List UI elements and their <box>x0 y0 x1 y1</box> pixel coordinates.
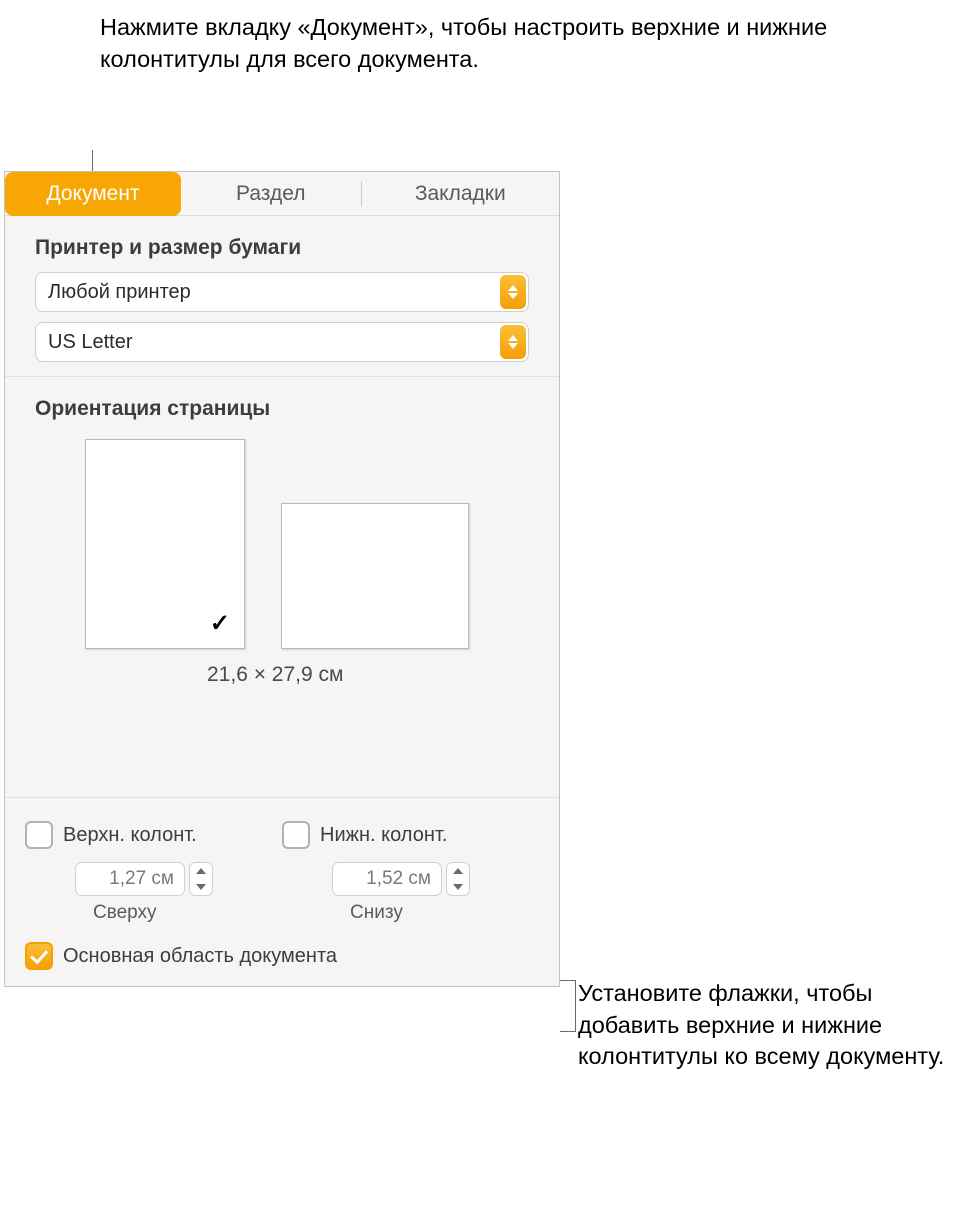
tab-document-label: Документ <box>46 182 139 206</box>
printer-paper-section: Принтер и размер бумаги Любой принтер US… <box>5 216 559 376</box>
chevron-up-icon <box>190 863 212 879</box>
printer-paper-header: Принтер и размер бумаги <box>35 236 529 260</box>
printer-select-value: Любой принтер <box>48 281 191 304</box>
inspector-tabs: Документ Раздел Закладки <box>5 172 559 216</box>
chevron-down-icon <box>190 879 212 895</box>
paper-size-select[interactable]: US Letter <box>35 322 529 362</box>
footer-checkbox-label: Нижн. колонт. <box>320 824 447 847</box>
tab-section-label: Раздел <box>236 182 305 206</box>
header-position-label: Сверху <box>93 902 282 924</box>
chevron-up-icon <box>447 863 469 879</box>
orientation-landscape-button[interactable] <box>281 503 469 649</box>
callout-right-bracket <box>560 980 576 1032</box>
header-column: Верхн. колонт. 1,27 см Сверху <box>25 818 282 924</box>
tab-document[interactable]: Документ <box>5 172 181 216</box>
document-body-label: Основная область документа <box>63 945 337 968</box>
footer-checkbox[interactable] <box>282 821 310 849</box>
tab-bookmarks-label: Закладки <box>415 182 506 206</box>
header-footer-section: Верхн. колонт. 1,27 см Сверху Нижн. коло… <box>5 797 559 986</box>
footer-position-label: Снизу <box>350 902 539 924</box>
paper-size-select-value: US Letter <box>48 331 132 354</box>
document-body-checkbox[interactable] <box>25 942 53 970</box>
callout-top-text: Нажмите вкладку «Документ», чтобы настро… <box>100 12 956 75</box>
header-checkbox-label: Верхн. колонт. <box>63 824 197 847</box>
chevron-down-icon <box>447 879 469 895</box>
header-checkbox[interactable] <box>25 821 53 849</box>
tab-bookmarks[interactable]: Закладки <box>362 172 559 215</box>
header-offset-field[interactable]: 1,27 см <box>75 862 185 896</box>
header-stepper[interactable] <box>189 862 213 896</box>
callout-right-text: Установите флажки, чтобы добавить верхни… <box>578 978 956 1073</box>
footer-stepper[interactable] <box>446 862 470 896</box>
tab-section[interactable]: Раздел <box>181 172 361 215</box>
updown-icon <box>500 275 526 309</box>
check-icon: ✓ <box>210 609 230 638</box>
orientation-portrait-button[interactable]: ✓ <box>85 439 245 649</box>
orientation-options: ✓ <box>85 439 529 649</box>
document-inspector-panel: Документ Раздел Закладки Принтер и разме… <box>4 171 560 987</box>
updown-icon <box>500 325 526 359</box>
footer-column: Нижн. колонт. 1,52 см Снизу <box>282 818 539 924</box>
orientation-section: Ориентация страницы ✓ 21,6 × 27,9 см <box>5 376 559 797</box>
printer-select[interactable]: Любой принтер <box>35 272 529 312</box>
orientation-header: Ориентация страницы <box>35 397 529 421</box>
page-size-label: 21,6 × 27,9 см <box>207 663 529 687</box>
footer-offset-field[interactable]: 1,52 см <box>332 862 442 896</box>
